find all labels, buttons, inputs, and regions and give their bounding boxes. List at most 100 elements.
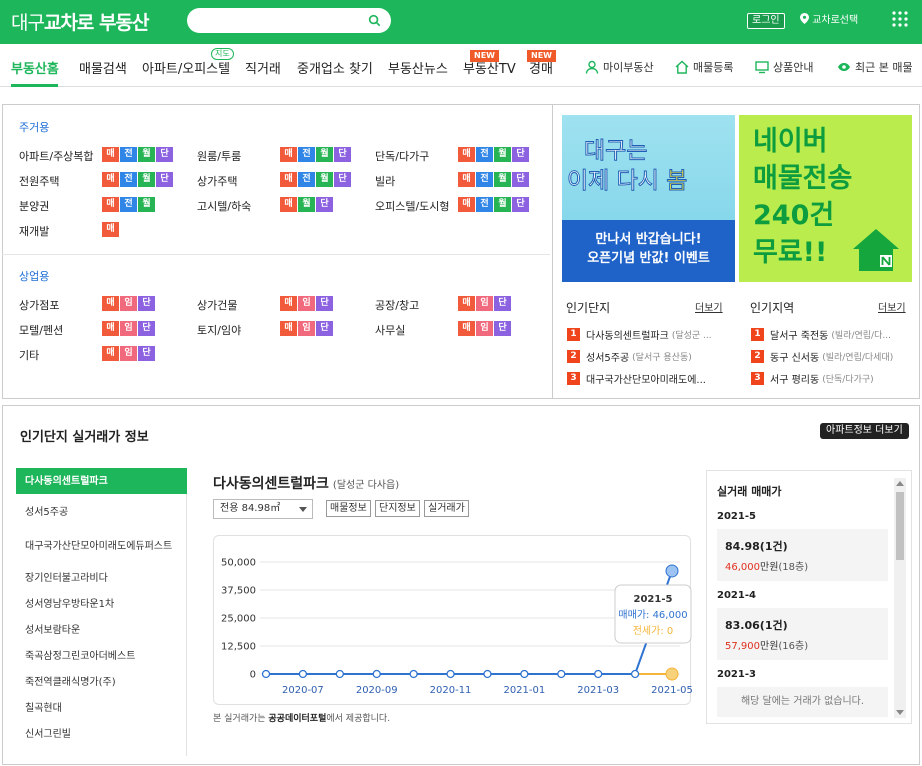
category-tag-button[interactable]: 임 (476, 321, 493, 336)
category-tag-button[interactable]: 단 (138, 296, 155, 311)
category-label[interactable]: 고시텔/하숙 (197, 198, 251, 214)
category-tag-button[interactable]: 매 (102, 197, 119, 212)
popular-list-item[interactable]: 3 대구국가산단모아미래도에... (567, 371, 727, 386)
grid-menu-icon[interactable] (892, 11, 908, 27)
popular-list-item[interactable]: 2 동구 신서동 (빌라/연립/다세대) (751, 349, 911, 364)
trade-scrollbar[interactable] (894, 478, 906, 718)
popular-list-item[interactable]: 2 성서5주공 (달서구 용산동) (567, 349, 727, 364)
category-tag-button[interactable]: 월 (316, 172, 333, 187)
apt-list-item[interactable]: 대구국가산단모아미래도에듀퍼스트 (16, 528, 187, 564)
search-icon[interactable] (368, 14, 381, 27)
popular-list-item[interactable]: 3 서구 평리동 (단독/다가구) (751, 371, 911, 386)
category-label[interactable]: 재개발 (19, 223, 49, 239)
category-label[interactable]: 토지/임야 (197, 322, 241, 338)
category-label[interactable]: 아파트/주상복합 (19, 148, 94, 164)
category-tag-button[interactable]: 단 (138, 346, 155, 361)
category-tag-button[interactable]: 단 (334, 147, 351, 162)
category-tag-button[interactable]: 월 (494, 147, 511, 162)
nav-home[interactable]: 부동산홈 (11, 58, 59, 77)
category-tag-button[interactable]: 매 (458, 172, 475, 187)
category-tag-button[interactable]: 매 (102, 172, 119, 187)
category-tag-button[interactable]: 전 (476, 147, 493, 162)
category-label[interactable]: 오피스텔/도시형 (375, 198, 450, 214)
category-tag-button[interactable]: 월 (138, 147, 155, 162)
popular-list-item[interactable]: 1 다사동의센트럴파크 (달성군 ... (567, 327, 727, 342)
category-tag-button[interactable]: 매 (458, 197, 475, 212)
category-tag-button[interactable]: 전 (120, 147, 137, 162)
category-tag-button[interactable]: 단 (494, 296, 511, 311)
category-tag-button[interactable]: 월 (494, 172, 511, 187)
apt-list-item[interactable]: 성서영남우방타운1차 (16, 594, 187, 614)
complex-info-button[interactable]: 단지정보 (375, 500, 420, 517)
apt-list-item[interactable]: 신서그린빌 (16, 724, 187, 744)
apt-info-more-button[interactable]: 아파트정보 더보기 (820, 423, 909, 439)
category-label[interactable]: 상가점포 (19, 297, 59, 313)
category-tag-button[interactable]: 매 (458, 321, 475, 336)
spring-event-banner[interactable]: 대구는 이제 다시 봄 만나서 반갑습니다! 오픈기념 반값! 이벤트 (562, 115, 735, 282)
popular-complex-more-link[interactable]: 더보기 (695, 299, 723, 314)
category-tag-button[interactable]: 임 (298, 321, 315, 336)
category-tag-button[interactable]: 단 (494, 321, 511, 336)
category-tag-button[interactable]: 단 (156, 147, 173, 162)
category-label[interactable]: 기타 (19, 347, 39, 363)
category-label[interactable]: 모텔/펜션 (19, 322, 63, 338)
category-tag-button[interactable]: 전 (476, 197, 493, 212)
category-tag-button[interactable]: 매 (458, 147, 475, 162)
category-tag-button[interactable]: 단 (512, 147, 529, 162)
nav-register-listing[interactable]: 매물등록 (675, 59, 733, 75)
listing-info-button[interactable]: 매물정보 (326, 500, 371, 517)
category-tag-button[interactable]: 월 (316, 147, 333, 162)
category-label[interactable]: 사무실 (375, 322, 405, 338)
search-input[interactable] (199, 11, 359, 30)
site-logo[interactable]: 대구교차로 부동산 (11, 8, 149, 35)
category-tag-button[interactable]: 매 (280, 197, 297, 212)
nav-tv[interactable]: 부동산TV NEW (463, 50, 516, 77)
category-tag-button[interactable]: 전 (476, 172, 493, 187)
login-button[interactable]: 로그인 (747, 13, 785, 29)
nav-agency-search[interactable]: 중개업소 찾기 (297, 58, 373, 77)
area-select[interactable]: 전용 84.98㎡ (213, 499, 313, 519)
nav-apartment[interactable]: 아파트/오피스텔 (142, 58, 230, 77)
scroll-down-arrow-icon[interactable] (896, 710, 904, 715)
category-tag-button[interactable]: 단 (316, 321, 333, 336)
category-tag-button[interactable]: 월 (298, 197, 315, 212)
nav-my-realestate[interactable]: 마이부동산 (585, 59, 654, 75)
category-tag-button[interactable]: 매 (280, 321, 297, 336)
naver-listing-banner[interactable]: 네이버 매물전송 240건 무료!! (739, 115, 912, 282)
category-tag-button[interactable]: 단 (138, 321, 155, 336)
category-tag-button[interactable]: 매 (280, 296, 297, 311)
nav-product-info[interactable]: 상품안내 (755, 59, 813, 75)
category-tag-button[interactable]: 임 (120, 346, 137, 361)
category-tag-button[interactable]: 전 (298, 172, 315, 187)
category-tag-button[interactable]: 단 (316, 296, 333, 311)
category-tag-button[interactable]: 월 (138, 197, 155, 212)
popular-region-more-link[interactable]: 더보기 (878, 299, 906, 314)
apt-list-item[interactable]: 성서5주공 (16, 502, 187, 522)
category-tag-button[interactable]: 매 (458, 296, 475, 311)
category-label[interactable]: 상가건물 (197, 297, 237, 313)
category-tag-button[interactable]: 매 (102, 321, 119, 336)
category-tag-button[interactable]: 임 (298, 296, 315, 311)
apt-list-item[interactable]: 다사동의센트럴파크 (16, 468, 187, 494)
apt-list-item[interactable]: 장기인터불고라비다 (16, 568, 187, 588)
nav-recent-viewed[interactable]: 최근 본 매물 (837, 59, 913, 75)
apt-list-item[interactable]: 칠곡현대 (16, 698, 187, 718)
category-tag-button[interactable]: 매 (102, 147, 119, 162)
category-tag-button[interactable]: 단 (512, 197, 529, 212)
category-tag-button[interactable]: 단 (512, 172, 529, 187)
category-tag-button[interactable]: 매 (102, 222, 119, 237)
category-tag-button[interactable]: 단 (334, 172, 351, 187)
category-label[interactable]: 상가주택 (197, 173, 237, 189)
category-label[interactable]: 빌라 (375, 173, 395, 189)
category-tag-button[interactable]: 임 (476, 296, 493, 311)
scroll-up-arrow-icon[interactable] (896, 481, 904, 486)
category-label[interactable]: 원룸/투룸 (197, 148, 241, 164)
category-tag-button[interactable]: 임 (120, 296, 137, 311)
scrollbar-thumb[interactable] (896, 492, 904, 560)
apt-list-item[interactable]: 죽전역클래식명가(주) (16, 672, 187, 692)
popular-list-item[interactable]: 1 달서구 죽전동 (빌라/연립/다... (751, 327, 911, 342)
category-label[interactable]: 단독/다가구 (375, 148, 429, 164)
category-tag-button[interactable]: 매 (280, 147, 297, 162)
category-label[interactable]: 분양권 (19, 198, 49, 214)
nav-direct-deal[interactable]: 직거래 (245, 58, 281, 77)
